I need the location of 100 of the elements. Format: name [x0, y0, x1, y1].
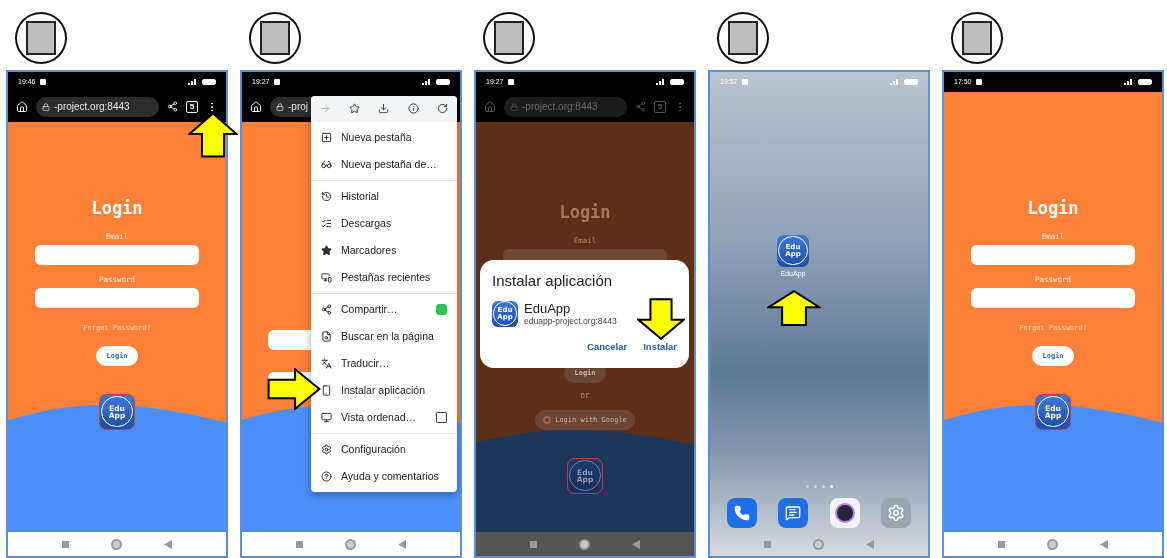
- menu-item[interactable]: Compartir…: [311, 295, 457, 323]
- checklist-icon: [321, 217, 332, 229]
- url-text: -project.org:8443: [522, 101, 598, 113]
- phone-icon: [321, 384, 332, 396]
- translate-icon: [321, 357, 332, 369]
- recents-icon[interactable]: [764, 540, 771, 548]
- step-marker-icon: [717, 12, 769, 64]
- recents-icon[interactable]: [62, 540, 69, 548]
- home-button-icon[interactable]: [345, 538, 356, 550]
- page-dot[interactable]: [821, 485, 825, 488]
- step-marker-icon: [15, 12, 67, 64]
- back-icon[interactable]: [398, 539, 406, 549]
- login-title: Login: [559, 201, 611, 222]
- lock-icon: [276, 102, 284, 111]
- step-marker-icon: [483, 12, 535, 64]
- menu-item[interactable]: Configuración: [311, 435, 457, 463]
- home-button-icon[interactable]: [1047, 538, 1058, 550]
- star-icon[interactable]: [349, 103, 361, 115]
- monitor-icon: [321, 411, 332, 423]
- home-button-icon[interactable]: [813, 538, 824, 550]
- plus-square-icon: [321, 131, 332, 143]
- signal-icon: [1124, 78, 1134, 86]
- menu-item[interactable]: Descargas: [311, 209, 457, 237]
- settings-app-icon[interactable]: [881, 498, 912, 528]
- dialog-title: Instalar aplicación: [492, 271, 614, 289]
- page-dot[interactable]: [805, 485, 809, 488]
- signal-icon: [188, 78, 198, 86]
- back-icon[interactable]: [632, 539, 640, 549]
- login-title: Login: [91, 197, 143, 218]
- notification-icon: [507, 78, 514, 85]
- input-field[interactable]: [35, 244, 199, 265]
- page-dot[interactable]: [813, 485, 817, 488]
- battery-icon: [670, 78, 684, 85]
- download-icon[interactable]: [378, 103, 390, 115]
- notification-icon: [741, 78, 748, 85]
- recents-icon[interactable]: [530, 540, 537, 548]
- menu-item[interactable]: Instalar aplicación: [311, 376, 457, 404]
- chat-app-icon[interactable]: [436, 303, 447, 315]
- home-button-icon[interactable]: [579, 538, 590, 550]
- dialog-button[interactable]: Instalar: [643, 340, 677, 352]
- signal-icon: [422, 78, 432, 86]
- menu-item[interactable]: Traducir…: [311, 349, 457, 377]
- address-bar[interactable]: -project.org:8443: [36, 96, 159, 117]
- google-icon: [543, 415, 552, 424]
- help-icon: [321, 470, 332, 482]
- pointer-arrow-icon: [767, 290, 821, 326]
- input-field[interactable]: [971, 287, 1135, 308]
- lock-icon: [42, 102, 50, 111]
- notification-icon: [975, 78, 982, 85]
- share-icon[interactable]: [167, 101, 178, 113]
- star-icon: [321, 244, 332, 256]
- app-name: EduApp: [524, 301, 572, 317]
- separator-text: or: [580, 390, 590, 400]
- menu-item[interactable]: Vista ordenad…: [311, 403, 457, 431]
- login-title: Login: [1027, 197, 1079, 218]
- lock-icon: [510, 102, 518, 111]
- messages-app-icon[interactable]: [778, 498, 809, 528]
- phone-app-icon[interactable]: [726, 498, 757, 528]
- menu-item[interactable]: Buscar en la página: [311, 322, 457, 350]
- signal-icon: [656, 78, 666, 86]
- menu-item[interactable]: Marcadores: [311, 236, 457, 264]
- share-icon: [321, 303, 332, 315]
- camera-app-icon[interactable]: [829, 498, 860, 528]
- input-field[interactable]: [35, 287, 199, 308]
- back-icon[interactable]: [164, 539, 172, 549]
- history-icon: [321, 190, 332, 202]
- step-marker-icon: [951, 12, 1003, 64]
- menu-item[interactable]: Pestañas recientes: [311, 263, 457, 291]
- pointer-arrow-icon: [637, 298, 685, 340]
- dialog-button[interactable]: Cancelar: [587, 340, 628, 352]
- menu-item[interactable]: Nueva pestaña de…: [311, 150, 457, 178]
- page-search-icon: [321, 330, 332, 342]
- menu-item[interactable]: Ayuda y comentarios: [311, 462, 457, 490]
- battery-icon: [904, 78, 918, 85]
- input-field[interactable]: [971, 244, 1135, 265]
- app-url: eduapp-project.org:8443: [524, 316, 617, 327]
- battery-icon: [436, 78, 450, 85]
- settings-icon: [321, 443, 332, 455]
- pointer-arrow-icon: [267, 368, 321, 410]
- menu-item[interactable]: Historial: [311, 182, 457, 210]
- url-text: -proj: [288, 101, 308, 113]
- recents-icon[interactable]: [296, 540, 303, 548]
- info-icon[interactable]: [407, 103, 419, 115]
- page-dot[interactable]: [829, 485, 833, 488]
- home-button-icon[interactable]: [111, 538, 122, 550]
- menu-item[interactable]: Nueva pestaña: [311, 123, 457, 151]
- glasses-icon: [321, 158, 332, 170]
- step-marker-icon: [249, 12, 301, 64]
- url-text: -project.org:8443: [54, 101, 130, 113]
- recents-icon[interactable]: [998, 540, 1005, 548]
- checkbox[interactable]: [436, 411, 447, 423]
- battery-icon: [1138, 78, 1152, 85]
- tab-count-button[interactable]: 5: [186, 100, 198, 113]
- notification-icon: [39, 78, 46, 85]
- reload-icon[interactable]: [436, 103, 448, 115]
- back-icon[interactable]: [866, 539, 874, 549]
- battery-icon: [202, 78, 216, 85]
- back-icon[interactable]: [1100, 539, 1108, 549]
- notification-icon: [273, 78, 280, 85]
- signal-icon: [890, 78, 900, 86]
